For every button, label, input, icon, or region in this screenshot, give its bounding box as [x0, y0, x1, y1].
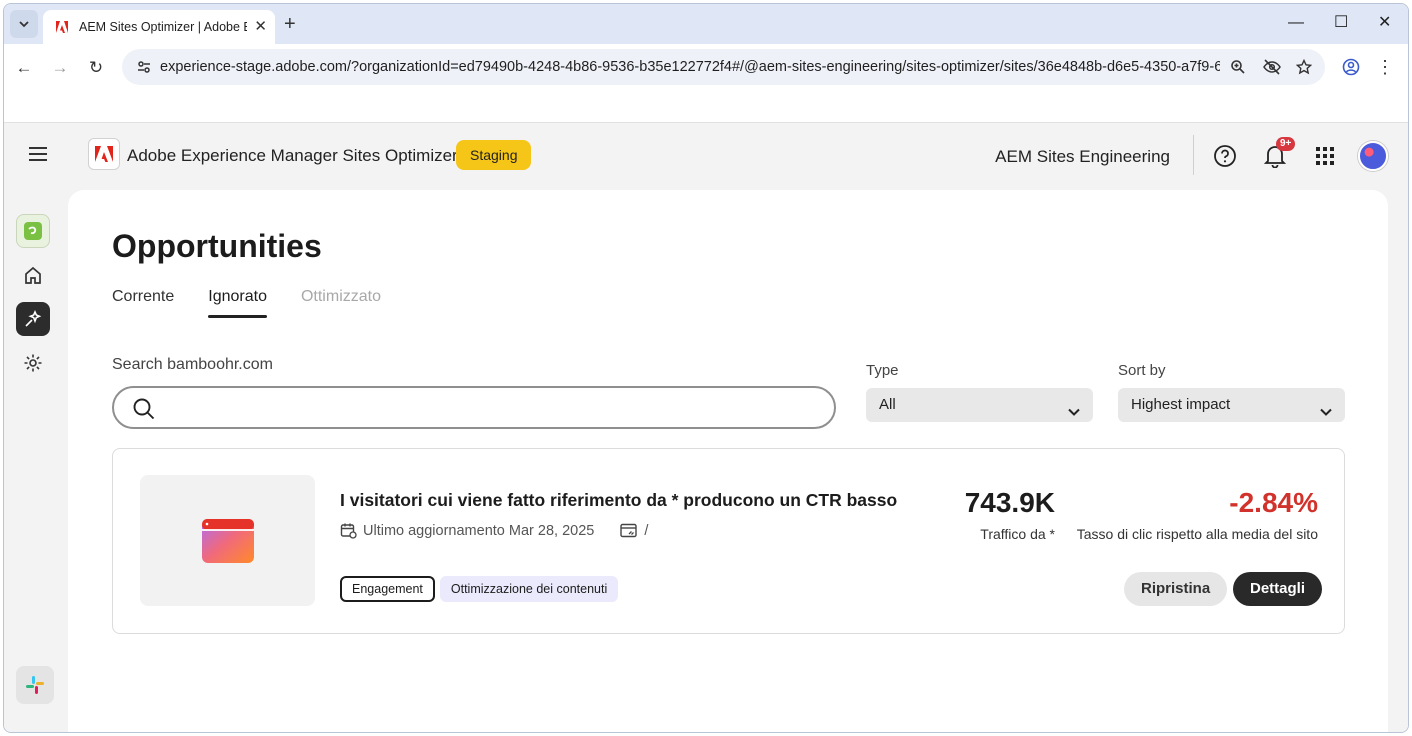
- chevron-down-icon: [19, 21, 29, 28]
- ctr-delta-label: Tasso di clic rispetto alla media del si…: [1076, 526, 1318, 542]
- rail-slack[interactable]: [16, 666, 54, 704]
- sort-label: Sort by: [1118, 362, 1166, 379]
- browser-tab[interactable]: AEM Sites Optimizer | Adobe Exp ✕: [43, 10, 275, 44]
- forward-button[interactable]: →: [48, 56, 72, 80]
- back-button[interactable]: ←: [12, 56, 36, 80]
- card-title[interactable]: I visitatori cui viene fatto riferimento…: [340, 490, 897, 511]
- adobe-favicon-icon: [56, 21, 68, 33]
- search-input[interactable]: [166, 396, 816, 420]
- opportunities-icon: [25, 309, 42, 327]
- card-meta: Ultimo aggiornamento Mar 28, 2025 /: [340, 522, 648, 539]
- reload-button[interactable]: ↻: [84, 56, 108, 80]
- org-switcher[interactable]: AEM Sites Engineering: [995, 147, 1170, 167]
- notification-count-badge: 9+: [1276, 137, 1296, 151]
- rail-app-logo[interactable]: [16, 214, 50, 248]
- tab-search-button[interactable]: [10, 10, 38, 38]
- browser-menu-icon[interactable]: ⋮: [1376, 58, 1394, 76]
- adobe-logo[interactable]: [88, 138, 120, 170]
- app-logo-icon: [24, 222, 42, 240]
- hamburger-menu-icon[interactable]: [28, 146, 48, 167]
- rail-opportunities[interactable]: [16, 302, 50, 336]
- bookmark-star-icon[interactable]: [1294, 57, 1314, 77]
- card-tags: Engagement Ottimizzazione dei contenuti: [340, 576, 619, 602]
- ctr-delta-value: -2.84%: [1229, 487, 1318, 518]
- close-tab-icon[interactable]: ✕: [254, 18, 267, 36]
- browser-toolbar: ← → ↻ experience-stage.adobe.com/?organi…: [4, 44, 1408, 92]
- calendar-refresh-icon: [340, 522, 357, 539]
- rail-home[interactable]: [16, 258, 50, 292]
- tag-engagement: Engagement: [340, 576, 435, 602]
- tab-title: AEM Sites Optimizer | Adobe Exp: [79, 20, 247, 34]
- rail-settings[interactable]: [16, 346, 50, 380]
- close-window-button[interactable]: ✕: [1378, 12, 1391, 34]
- restore-button[interactable]: Ripristina: [1124, 572, 1228, 606]
- browser-window: AEM Sites Optimizer | Adobe Exp ✕ + — ☐ …: [3, 3, 1409, 733]
- minimize-button[interactable]: —: [1288, 12, 1304, 34]
- last-updated: Ultimo aggiornamento Mar 28, 2025: [363, 522, 595, 539]
- environment-badge: Staging: [456, 140, 532, 170]
- settings-icon: [24, 354, 42, 372]
- app-header: Adobe Experience Manager Sites Optimizer…: [4, 122, 1408, 186]
- type-select-value: All: [879, 396, 896, 413]
- chevron-down-icon: [1319, 398, 1333, 432]
- slack-icon: [26, 676, 44, 694]
- site-info-icon[interactable]: [134, 57, 154, 77]
- tab-strip: AEM Sites Optimizer | Adobe Exp ✕ + — ☐ …: [4, 4, 1408, 44]
- search-icon: [132, 397, 156, 426]
- search-label: Search bamboohr.com: [112, 356, 273, 373]
- new-tab-button[interactable]: +: [284, 12, 296, 36]
- app-switcher-icon[interactable]: [1312, 143, 1338, 169]
- eye-off-icon[interactable]: [1262, 57, 1282, 77]
- traffic-value: 743.9K: [964, 487, 1055, 518]
- notifications-icon[interactable]: 9+: [1262, 137, 1296, 169]
- type-label: Type: [866, 362, 899, 379]
- page-link-icon: [620, 523, 638, 539]
- browser-profile-icon[interactable]: [1342, 58, 1360, 81]
- adobe-logo-icon: [95, 146, 113, 162]
- traffic-label: Traffico da *: [980, 526, 1055, 542]
- tab-corrente[interactable]: Corrente: [112, 288, 174, 318]
- page-title: Opportunities: [112, 228, 322, 264]
- opportunity-card[interactable]: I visitatori cui viene fatto riferimento…: [112, 448, 1345, 634]
- browser-window-illustration-icon: [201, 518, 254, 563]
- url-text: experience-stage.adobe.com/?organization…: [160, 59, 1220, 75]
- tag-content-optimization: Ottimizzazione dei contenuti: [439, 576, 619, 602]
- user-avatar[interactable]: [1358, 141, 1388, 171]
- home-icon: [25, 266, 41, 284]
- app-name: Adobe Experience Manager Sites Optimizer: [127, 146, 458, 165]
- tab-ottimizzato[interactable]: Ottimizzato: [301, 288, 381, 318]
- sort-select-value: Highest impact: [1131, 396, 1231, 413]
- sort-select[interactable]: Highest impact: [1118, 388, 1345, 422]
- card-thumbnail: [140, 475, 315, 606]
- help-icon[interactable]: [1212, 143, 1238, 169]
- header-divider: [1193, 135, 1194, 175]
- main-panel: Opportunities Corrente Ignorato Ottimizz…: [68, 190, 1388, 732]
- search-box[interactable]: [112, 386, 836, 429]
- app-body: Opportunities Corrente Ignorato Ottimizz…: [4, 186, 1408, 732]
- details-button[interactable]: Dettagli: [1233, 572, 1323, 606]
- page-path[interactable]: /: [644, 523, 648, 539]
- zoom-icon[interactable]: [1228, 57, 1248, 77]
- chevron-down-icon: [1067, 398, 1081, 432]
- opportunity-tabs: Corrente Ignorato Ottimizzato: [112, 288, 381, 318]
- address-bar[interactable]: experience-stage.adobe.com/?organization…: [122, 49, 1325, 85]
- tab-ignorato[interactable]: Ignorato: [208, 288, 267, 318]
- left-rail: [4, 186, 66, 732]
- maximize-button[interactable]: ☐: [1334, 12, 1348, 34]
- type-select[interactable]: All: [866, 388, 1093, 422]
